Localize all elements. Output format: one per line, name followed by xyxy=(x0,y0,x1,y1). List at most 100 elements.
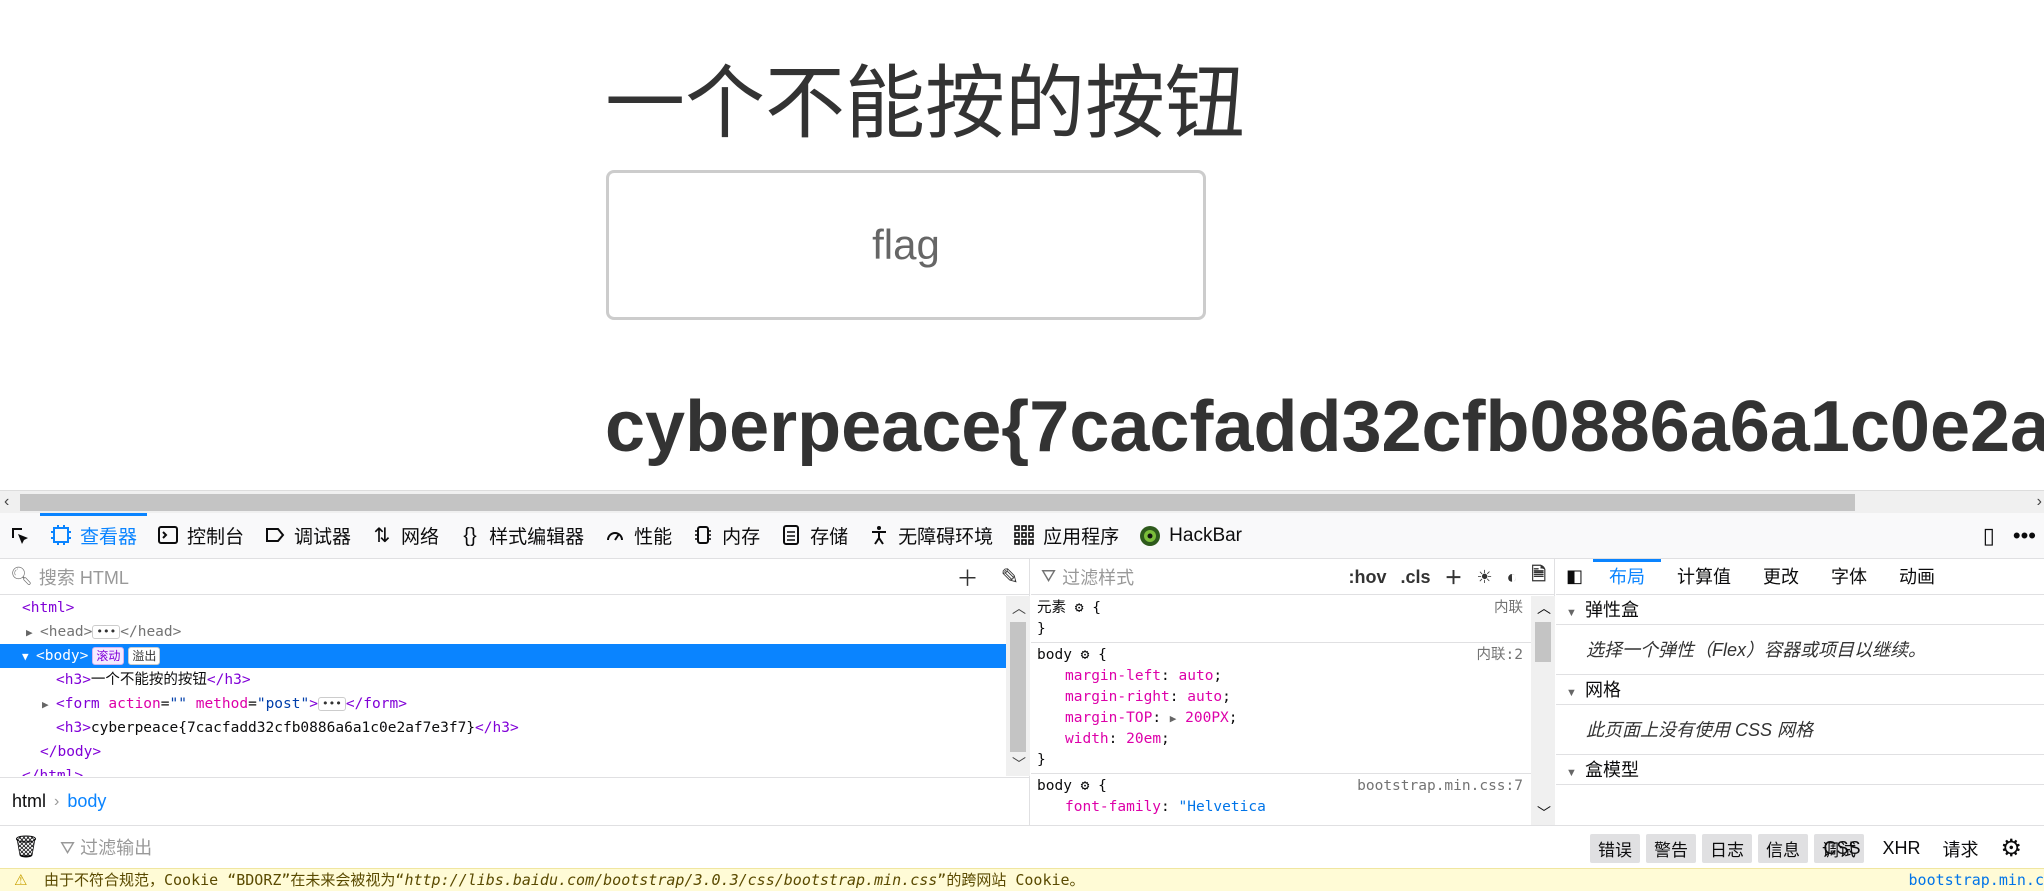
collapse-triangle-icon[interactable]: ▼ xyxy=(22,645,36,669)
declaration[interactable]: margin-left: auto; xyxy=(1037,666,1525,687)
expand-triangle-icon[interactable]: ▶ xyxy=(1170,712,1177,725)
tab-style-editor[interactable]: {} 样式编辑器 xyxy=(449,513,594,559)
rule-source[interactable]: 内联:2 xyxy=(1477,645,1523,666)
expand-triangle-icon[interactable]: ▶ xyxy=(26,621,40,645)
tab-performance[interactable]: 性能 xyxy=(594,513,682,559)
grid-section-header[interactable]: ▼ 网格 xyxy=(1556,675,2044,705)
layout-tabs: ◧ 布局 计算值 更改 字体 动画 xyxy=(1556,558,2044,595)
tab-hackbar[interactable]: HackBar xyxy=(1129,513,1252,559)
eyedropper-icon[interactable]: ✎ xyxy=(1001,564,1019,590)
scroll-up-icon[interactable]: ︿ xyxy=(1012,598,1026,618)
breadcrumb-html[interactable]: html xyxy=(12,791,46,812)
console-filter-input[interactable]: ⛛ 过滤输出 xyxy=(60,834,152,860)
page-horizontal-scrollbar[interactable]: ‹ › xyxy=(0,490,2044,513)
scroll-down-icon[interactable]: ﹀ xyxy=(1537,803,1551,823)
debugger-icon xyxy=(264,525,286,547)
flag-button[interactable]: flag xyxy=(606,170,1206,320)
node-h3-flag[interactable]: <h3>cyberpeace{7cacfadd32cfb0886a6a1c0e2… xyxy=(0,716,1006,740)
filter-xhr[interactable]: XHR xyxy=(1882,838,1920,859)
tab-changes[interactable]: 更改 xyxy=(1747,559,1815,595)
application-icon xyxy=(1013,524,1035,547)
styles-filter-input[interactable]: 过滤样式 xyxy=(1062,564,1134,590)
rule-source[interactable]: bootstrap.min.css:7 xyxy=(1357,776,1523,797)
responsive-mode-icon[interactable]: ▯ xyxy=(1983,523,1995,549)
node-head[interactable]: ▶ <head> ••• </head> xyxy=(0,620,1006,644)
tab-fonts[interactable]: 字体 xyxy=(1815,559,1883,595)
light-theme-icon[interactable]: ☀ xyxy=(1477,567,1493,588)
overflow-badge[interactable]: 溢出 xyxy=(128,647,161,665)
scroll-left-icon[interactable]: ‹ xyxy=(4,492,9,512)
cls-toggle[interactable]: .cls xyxy=(1400,567,1430,588)
level-errors[interactable]: 错误 xyxy=(1590,834,1640,863)
declaration[interactable]: font-family: "Helvetica xyxy=(1037,797,1525,818)
html-search-input[interactable]: 搜索 HTML xyxy=(39,564,129,590)
print-media-icon[interactable]: 🗎 xyxy=(1532,562,1546,592)
html-search-bar[interactable]: 🔍︎ 搜索 HTML ＋ ✎ xyxy=(0,559,1029,595)
declaration[interactable]: margin-right: auto; xyxy=(1037,687,1525,708)
scroll-down-icon[interactable]: ﹀ xyxy=(1012,754,1026,774)
box-model-section-header[interactable]: ▼ 盒模型 xyxy=(1556,755,2044,785)
markup-vertical-scrollbar[interactable]: ︿ ﹀ xyxy=(1006,596,1030,776)
declaration[interactable]: width: 20em; xyxy=(1037,729,1525,750)
warning-source-link[interactable]: bootstrap.min.c xyxy=(1902,869,2044,891)
filter-requests[interactable]: 请求 xyxy=(1942,836,1978,862)
filter-css[interactable]: CSS xyxy=(1823,838,1860,859)
tab-storage[interactable]: 存储 xyxy=(770,513,858,559)
scroll-up-icon[interactable]: ︿ xyxy=(1537,598,1551,618)
filter-icon: ⛛ xyxy=(60,838,81,858)
scroll-badge[interactable]: 滚动 xyxy=(92,647,125,665)
sidebar-toggle-icon[interactable]: ◧ xyxy=(1556,566,1593,587)
rules-vertical-scrollbar[interactable]: ︿ ﹀ xyxy=(1531,596,1555,825)
devtools-panel: 查看器 控制台 调试器 ⇅ 网络 {} 样式编辑器 性能 内存 存储 无障碍环境… xyxy=(0,512,2044,891)
breadcrumb-body[interactable]: body xyxy=(67,791,106,812)
level-logs[interactable]: 日志 xyxy=(1702,834,1752,863)
gear-icon[interactable]: ⚙ xyxy=(1081,778,1090,794)
node-form[interactable]: ▶ <form action="" method="post"> ••• </form… xyxy=(0,692,1006,716)
warning-url[interactable]: http://libs.baidu.com/bootstrap/3.0.3/cs… xyxy=(404,871,937,889)
node-body[interactable]: ▼ <body> 滚动 溢出 xyxy=(0,644,1006,668)
warning-icon: ⚠ xyxy=(14,871,28,889)
node-body-close: </body> xyxy=(40,744,102,760)
flexbox-section-header[interactable]: ▼ 弹性盒 xyxy=(1556,595,2044,625)
ellipsis-icon[interactable]: ••• xyxy=(92,625,121,639)
rule-body-inline: body ⚙ { margin-left: auto; margin-right… xyxy=(1031,643,1531,774)
tab-inspector[interactable]: 查看器 xyxy=(40,512,148,559)
scroll-right-icon[interactable]: › xyxy=(2037,492,2042,512)
rule-source[interactable]: 内联 xyxy=(1494,598,1523,619)
tab-debugger[interactable]: 调试器 xyxy=(254,513,361,559)
tab-layout[interactable]: 布局 xyxy=(1593,558,1662,595)
add-rule-icon[interactable]: ＋ xyxy=(1445,564,1463,590)
node-html[interactable]: <html> xyxy=(0,596,1006,620)
chevron-right-icon: › xyxy=(54,792,60,810)
tab-computed[interactable]: 计算值 xyxy=(1661,559,1747,595)
tab-animations[interactable]: 动画 xyxy=(1883,559,1951,595)
level-info[interactable]: 信息 xyxy=(1758,834,1808,863)
braces-icon: {} xyxy=(463,524,477,547)
more-options-icon[interactable]: ••• xyxy=(2013,523,2036,549)
dark-theme-icon[interactable]: ◐ xyxy=(1507,567,1518,588)
picker-icon xyxy=(12,527,28,544)
level-warnings[interactable]: 警告 xyxy=(1646,834,1696,863)
tab-application[interactable]: 应用程序 xyxy=(1003,513,1129,559)
node-h3-title[interactable]: <h3>一个不能按的按钮</h3> xyxy=(0,668,1006,692)
styles-filter-bar[interactable]: ⛛ 过滤样式 :hov .cls ＋ ☀ ◐ 🗎 xyxy=(1031,559,1554,595)
ellipsis-icon[interactable]: ••• xyxy=(317,697,346,711)
tab-console[interactable]: 控制台 xyxy=(147,513,254,559)
trash-icon[interactable]: 🗑︎ xyxy=(12,834,40,860)
tab-accessibility[interactable]: 无障碍环境 xyxy=(858,513,1003,559)
scrollbar-thumb[interactable] xyxy=(1010,622,1026,752)
scrollbar-thumb[interactable] xyxy=(1535,622,1551,662)
tab-network[interactable]: ⇅ 网络 xyxy=(361,513,449,559)
element-picker-button[interactable] xyxy=(0,513,40,559)
scrollbar-thumb[interactable] xyxy=(20,494,1855,511)
add-node-icon[interactable]: ＋ xyxy=(957,561,979,593)
accessibility-icon xyxy=(868,525,890,547)
gear-icon[interactable]: ⚙ xyxy=(2000,834,2022,863)
tab-memory[interactable]: 内存 xyxy=(682,513,770,559)
expand-triangle-icon[interactable]: ▶ xyxy=(42,693,56,717)
gear-icon[interactable]: ⚙ xyxy=(1075,600,1084,616)
hov-toggle[interactable]: :hov xyxy=(1348,567,1386,588)
rules-pane: ⛛ 过滤样式 :hov .cls ＋ ☀ ◐ 🗎 元素 ⚙ { } 内联 bod… xyxy=(1031,559,1555,825)
declaration[interactable]: margin-TOP: ▶ 200PX; xyxy=(1037,708,1525,729)
gear-icon[interactable]: ⚙ xyxy=(1081,647,1090,663)
